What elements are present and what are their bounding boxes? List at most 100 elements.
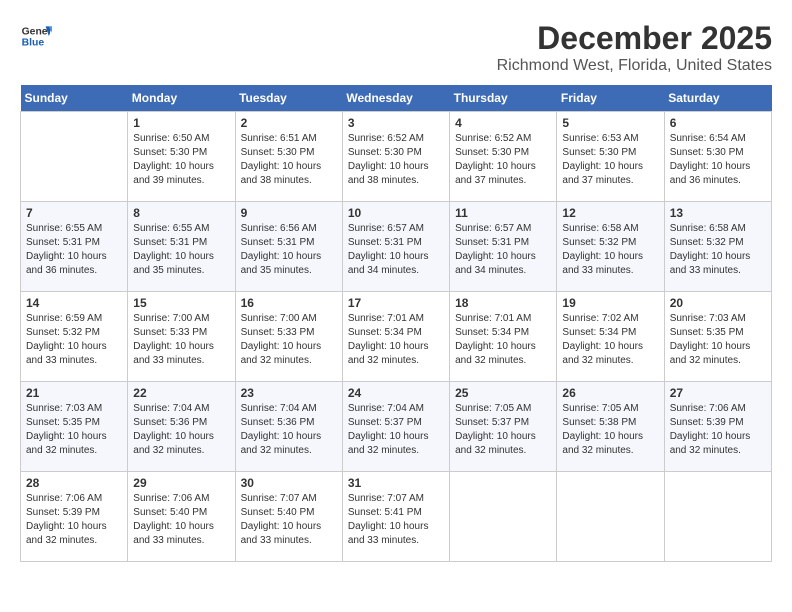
calendar-cell: 19 Sunrise: 7:02 AM Sunset: 5:34 PM Dayli… bbox=[557, 292, 664, 382]
day-info: Sunrise: 6:57 AM Sunset: 5:31 PM Dayligh… bbox=[455, 222, 551, 278]
calendar-cell: 27Sunrise: 7:06 AM Sunset: 5:39 PM Dayli… bbox=[664, 382, 771, 472]
calendar-cell: 5 Sunrise: 6:53 AM Sunset: 5:30 PM Daylig… bbox=[557, 112, 664, 202]
header-wednesday: Wednesday bbox=[342, 85, 449, 112]
day-number: 4 bbox=[455, 116, 551, 130]
day-number: 2 bbox=[241, 116, 337, 130]
day-number: 29 bbox=[133, 476, 229, 490]
calendar-cell: 24Sunrise: 7:04 AM Sunset: 5:37 PM Dayli… bbox=[342, 382, 449, 472]
day-info: Sunrise: 6:54 AM Sunset: 5:30 PM Dayligh… bbox=[670, 132, 766, 188]
day-info: Sunrise: 7:01 AM Sunset: 5:34 PM Dayligh… bbox=[455, 312, 551, 368]
day-number: 9 bbox=[241, 206, 337, 220]
calendar-cell: 9 Sunrise: 6:56 AM Sunset: 5:31 PM Daylig… bbox=[235, 202, 342, 292]
day-info: Sunrise: 6:52 AM Sunset: 5:30 PM Dayligh… bbox=[348, 132, 444, 188]
subtitle: Richmond West, Florida, United States bbox=[497, 57, 772, 75]
day-info: Sunrise: 6:53 AM Sunset: 5:30 PM Dayligh… bbox=[562, 132, 658, 188]
day-info: Sunrise: 7:07 AM Sunset: 5:41 PM Dayligh… bbox=[348, 492, 444, 548]
day-info: Sunrise: 7:04 AM Sunset: 5:36 PM Dayligh… bbox=[133, 402, 229, 458]
header-row: SundayMondayTuesdayWednesdayThursdayFrid… bbox=[21, 85, 772, 112]
day-number: 13 bbox=[670, 206, 766, 220]
day-number: 31 bbox=[348, 476, 444, 490]
day-info: Sunrise: 6:58 AM Sunset: 5:32 PM Dayligh… bbox=[562, 222, 658, 278]
day-number: 20 bbox=[670, 296, 766, 310]
calendar-cell: 30 Sunrise: 7:07 AM Sunset: 5:40 PM Dayli… bbox=[235, 472, 342, 562]
calendar-cell: 10 Sunrise: 6:57 AM Sunset: 5:31 PM Dayli… bbox=[342, 202, 449, 292]
day-info: Sunrise: 7:06 AM Sunset: 5:40 PM Dayligh… bbox=[133, 492, 229, 548]
day-number: 7 bbox=[26, 206, 122, 220]
day-info: Sunrise: 7:00 AM Sunset: 5:33 PM Dayligh… bbox=[133, 312, 229, 368]
week-row-3: 21 Sunrise: 7:03 AM Sunset: 5:35 PM Dayli… bbox=[21, 382, 772, 472]
calendar-cell: 6 Sunrise: 6:54 AM Sunset: 5:30 PM Daylig… bbox=[664, 112, 771, 202]
logo-icon: General Blue bbox=[20, 20, 52, 52]
week-row-0: 1 Sunrise: 6:50 AM Sunset: 5:30 PM Daylig… bbox=[21, 112, 772, 202]
day-info: Sunrise: 6:58 AM Sunset: 5:32 PM Dayligh… bbox=[670, 222, 766, 278]
calendar-cell: 29 Sunrise: 7:06 AM Sunset: 5:40 PM Dayli… bbox=[128, 472, 235, 562]
calendar-cell bbox=[450, 472, 557, 562]
calendar-cell bbox=[21, 112, 128, 202]
day-info: Sunrise: 6:52 AM Sunset: 5:30 PM Dayligh… bbox=[455, 132, 551, 188]
main-title: December 2025 bbox=[497, 20, 772, 57]
logo: General Blue bbox=[20, 20, 52, 52]
day-info: Sunrise: 7:05 AM Sunset: 5:38 PM Dayligh… bbox=[562, 402, 658, 458]
week-row-2: 14 Sunrise: 6:59 AM Sunset: 5:32 PM Dayli… bbox=[21, 292, 772, 382]
calendar-cell: 20 Sunrise: 7:03 AM Sunset: 5:35 PM Dayli… bbox=[664, 292, 771, 382]
day-number: 15 bbox=[133, 296, 229, 310]
day-info: Sunrise: 7:02 AM Sunset: 5:34 PM Dayligh… bbox=[562, 312, 658, 368]
day-number: 16 bbox=[241, 296, 337, 310]
header-tuesday: Tuesday bbox=[235, 85, 342, 112]
week-row-1: 7 Sunrise: 6:55 AM Sunset: 5:31 PM Daylig… bbox=[21, 202, 772, 292]
calendar-cell: 22 Sunrise: 7:04 AM Sunset: 5:36 PM Dayli… bbox=[128, 382, 235, 472]
calendar-cell: 11Sunrise: 6:57 AM Sunset: 5:31 PM Dayli… bbox=[450, 202, 557, 292]
day-number: 28 bbox=[26, 476, 122, 490]
day-number: 27 bbox=[670, 386, 766, 400]
title-section: December 2025 Richmond West, Florida, Un… bbox=[497, 20, 772, 75]
calendar-cell: 4 Sunrise: 6:52 AM Sunset: 5:30 PM Daylig… bbox=[450, 112, 557, 202]
calendar-cell: 1 Sunrise: 6:50 AM Sunset: 5:30 PM Daylig… bbox=[128, 112, 235, 202]
day-info: Sunrise: 7:00 AM Sunset: 5:33 PM Dayligh… bbox=[241, 312, 337, 368]
calendar-cell bbox=[557, 472, 664, 562]
day-number: 5 bbox=[562, 116, 658, 130]
day-info: Sunrise: 7:01 AM Sunset: 5:34 PM Dayligh… bbox=[348, 312, 444, 368]
header-saturday: Saturday bbox=[664, 85, 771, 112]
day-number: 18 bbox=[455, 296, 551, 310]
day-number: 1 bbox=[133, 116, 229, 130]
calendar-cell: 25Sunrise: 7:05 AM Sunset: 5:37 PM Dayli… bbox=[450, 382, 557, 472]
calendar-cell: 17Sunrise: 7:01 AM Sunset: 5:34 PM Dayli… bbox=[342, 292, 449, 382]
calendar-cell: 23 Sunrise: 7:04 AM Sunset: 5:36 PM Dayli… bbox=[235, 382, 342, 472]
day-number: 12 bbox=[562, 206, 658, 220]
calendar-cell: 7 Sunrise: 6:55 AM Sunset: 5:31 PM Daylig… bbox=[21, 202, 128, 292]
calendar-cell: 21 Sunrise: 7:03 AM Sunset: 5:35 PM Dayli… bbox=[21, 382, 128, 472]
day-number: 25 bbox=[455, 386, 551, 400]
day-info: Sunrise: 6:55 AM Sunset: 5:31 PM Dayligh… bbox=[133, 222, 229, 278]
day-number: 10 bbox=[348, 206, 444, 220]
day-number: 30 bbox=[241, 476, 337, 490]
calendar-cell: 14 Sunrise: 6:59 AM Sunset: 5:32 PM Dayli… bbox=[21, 292, 128, 382]
day-info: Sunrise: 6:55 AM Sunset: 5:31 PM Dayligh… bbox=[26, 222, 122, 278]
header-friday: Friday bbox=[557, 85, 664, 112]
day-number: 24 bbox=[348, 386, 444, 400]
day-info: Sunrise: 6:50 AM Sunset: 5:30 PM Dayligh… bbox=[133, 132, 229, 188]
day-number: 3 bbox=[348, 116, 444, 130]
calendar-cell: 26Sunrise: 7:05 AM Sunset: 5:38 PM Dayli… bbox=[557, 382, 664, 472]
day-info: Sunrise: 6:56 AM Sunset: 5:31 PM Dayligh… bbox=[241, 222, 337, 278]
day-number: 23 bbox=[241, 386, 337, 400]
day-info: Sunrise: 7:03 AM Sunset: 5:35 PM Dayligh… bbox=[26, 402, 122, 458]
calendar-cell: 2Sunrise: 6:51 AM Sunset: 5:30 PM Daylig… bbox=[235, 112, 342, 202]
day-number: 6 bbox=[670, 116, 766, 130]
calendar-cell: 15 Sunrise: 7:00 AM Sunset: 5:33 PM Dayli… bbox=[128, 292, 235, 382]
calendar-cell: 12 Sunrise: 6:58 AM Sunset: 5:32 PM Dayli… bbox=[557, 202, 664, 292]
day-number: 21 bbox=[26, 386, 122, 400]
calendar-cell bbox=[664, 472, 771, 562]
day-number: 22 bbox=[133, 386, 229, 400]
day-number: 14 bbox=[26, 296, 122, 310]
header-monday: Monday bbox=[128, 85, 235, 112]
day-info: Sunrise: 7:07 AM Sunset: 5:40 PM Dayligh… bbox=[241, 492, 337, 548]
day-number: 19 bbox=[562, 296, 658, 310]
calendar-cell: 31 Sunrise: 7:07 AM Sunset: 5:41 PM Dayli… bbox=[342, 472, 449, 562]
calendar-cell: 16 Sunrise: 7:00 AM Sunset: 5:33 PM Dayli… bbox=[235, 292, 342, 382]
day-info: Sunrise: 7:03 AM Sunset: 5:35 PM Dayligh… bbox=[670, 312, 766, 368]
page-header: General Blue December 2025 Richmond West… bbox=[20, 20, 772, 75]
day-info: Sunrise: 6:57 AM Sunset: 5:31 PM Dayligh… bbox=[348, 222, 444, 278]
calendar-cell: 3 Sunrise: 6:52 AM Sunset: 5:30 PM Daylig… bbox=[342, 112, 449, 202]
day-info: Sunrise: 6:59 AM Sunset: 5:32 PM Dayligh… bbox=[26, 312, 122, 368]
day-info: Sunrise: 7:04 AM Sunset: 5:36 PM Dayligh… bbox=[241, 402, 337, 458]
